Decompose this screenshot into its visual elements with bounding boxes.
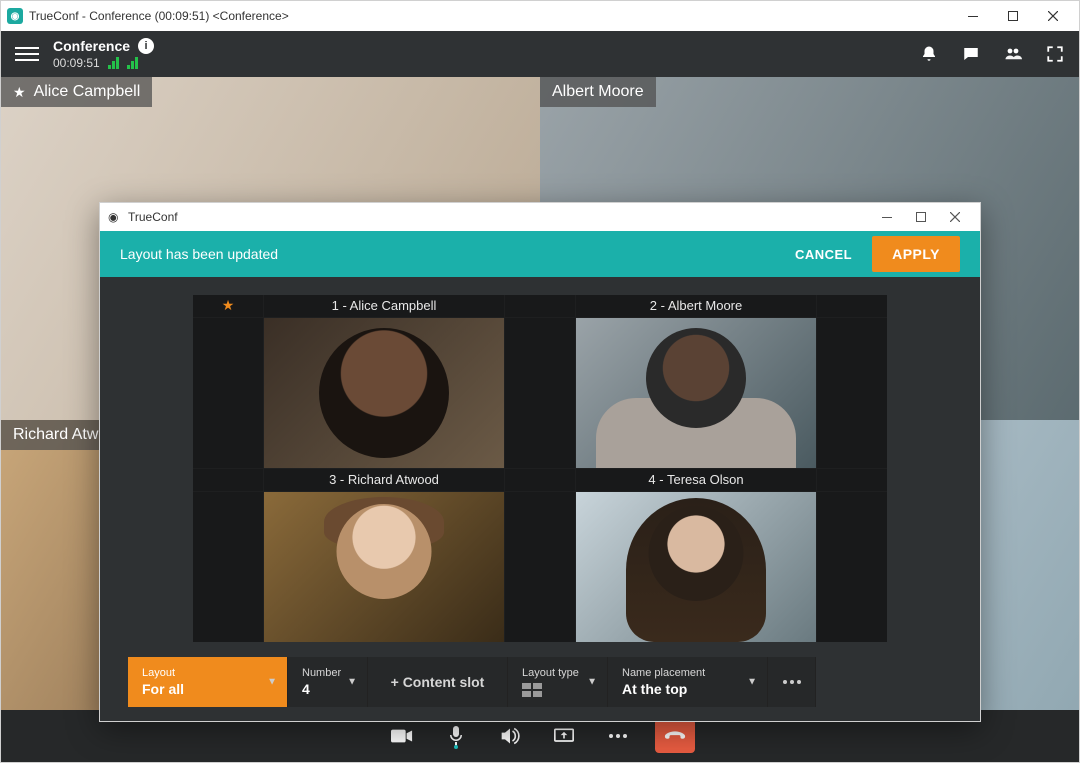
dialog-banner: Layout has been updated CANCEL APPLY bbox=[100, 231, 980, 277]
cancel-button[interactable]: CANCEL bbox=[795, 247, 852, 262]
layout-type-dropdown[interactable]: Layout type ▼ bbox=[508, 657, 608, 707]
participant-name-overlay: ★ Alice Campbell bbox=[1, 77, 152, 107]
name-placement-dropdown[interactable]: Name placement At the top ▼ bbox=[608, 657, 768, 707]
layout-slot[interactable] bbox=[264, 318, 504, 468]
dialog-title: TrueConf bbox=[128, 210, 178, 224]
star-icon: ★ bbox=[193, 295, 263, 317]
app-icon: ◉ bbox=[7, 8, 23, 24]
chevron-down-icon: ▼ bbox=[267, 677, 277, 688]
slot-header: 3 - Richard Atwood bbox=[264, 469, 504, 491]
notifications-icon[interactable] bbox=[919, 44, 939, 64]
banner-message: Layout has been updated bbox=[120, 246, 278, 262]
window-minimize-button[interactable] bbox=[953, 1, 993, 31]
slot-header: 2 - Albert Moore bbox=[576, 295, 816, 317]
signal-bars-icon bbox=[127, 57, 138, 69]
layout-editor-dialog: ◉ TrueConf Layout has been updated CANCE… bbox=[99, 202, 981, 722]
window-close-button[interactable] bbox=[1033, 1, 1073, 31]
participant-name-overlay: Albert Moore bbox=[540, 77, 656, 107]
dialog-titlebar: ◉ TrueConf bbox=[100, 203, 980, 231]
window-maximize-button[interactable] bbox=[993, 1, 1033, 31]
main-window: ◉ TrueConf - Conference (00:09:51) <Conf… bbox=[0, 0, 1080, 763]
slot-header: 4 - Teresa Olson bbox=[576, 469, 816, 491]
chevron-down-icon: ▼ bbox=[587, 677, 597, 688]
chevron-down-icon: ▼ bbox=[747, 677, 757, 688]
chat-icon[interactable] bbox=[961, 44, 981, 64]
layout-preview-grid: ★ 1 - Alice Campbell 2 - Albert Moore bbox=[193, 295, 887, 642]
os-titlebar: ◉ TrueConf - Conference (00:09:51) <Conf… bbox=[1, 1, 1079, 31]
dialog-maximize-button[interactable] bbox=[904, 205, 938, 229]
fullscreen-icon[interactable] bbox=[1045, 44, 1065, 64]
grid-layout-icon bbox=[522, 683, 542, 697]
share-screen-button[interactable] bbox=[547, 719, 581, 753]
layout-slot[interactable] bbox=[264, 492, 504, 642]
signal-bars-icon bbox=[108, 57, 119, 69]
layout-slot[interactable] bbox=[576, 492, 816, 642]
menu-button[interactable] bbox=[15, 47, 39, 61]
star-icon: ★ bbox=[13, 84, 26, 101]
microphone-button[interactable] bbox=[439, 719, 473, 753]
hangup-button[interactable] bbox=[655, 719, 695, 753]
layout-scope-dropdown[interactable]: Layout For all ▼ bbox=[128, 657, 288, 707]
window-title: TrueConf - Conference (00:09:51) <Confer… bbox=[29, 9, 289, 23]
participants-icon[interactable] bbox=[1003, 44, 1023, 64]
slot-number-dropdown[interactable]: Number 4 ▼ bbox=[288, 657, 368, 707]
speaker-button[interactable] bbox=[493, 719, 527, 753]
dialog-close-button[interactable] bbox=[938, 205, 972, 229]
conference-title: Conference bbox=[53, 38, 130, 54]
dialog-body: ★ 1 - Alice Campbell 2 - Albert Moore bbox=[100, 277, 980, 721]
conference-info: Conference i 00:09:51 bbox=[53, 38, 154, 70]
apply-button[interactable]: APPLY bbox=[872, 236, 960, 272]
add-content-slot-button[interactable]: + Content slot bbox=[368, 657, 508, 707]
mic-indicator-dot bbox=[454, 745, 458, 749]
app-icon: ◉ bbox=[108, 210, 122, 224]
camera-button[interactable] bbox=[385, 719, 419, 753]
layout-more-button[interactable] bbox=[768, 657, 816, 707]
chevron-down-icon: ▼ bbox=[347, 677, 357, 688]
layout-controls-bar: Layout For all ▼ Number 4 ▼ + Content sl… bbox=[128, 657, 952, 707]
more-options-button[interactable] bbox=[601, 719, 635, 753]
info-icon[interactable]: i bbox=[138, 38, 154, 54]
elapsed-time: 00:09:51 bbox=[53, 56, 100, 70]
dialog-minimize-button[interactable] bbox=[870, 205, 904, 229]
layout-slot[interactable] bbox=[576, 318, 816, 468]
video-area: ★ Alice Campbell Albert Moore Richard At… bbox=[1, 77, 1079, 762]
app-topbar: Conference i 00:09:51 bbox=[1, 31, 1079, 77]
slot-header: 1 - Alice Campbell bbox=[264, 295, 504, 317]
